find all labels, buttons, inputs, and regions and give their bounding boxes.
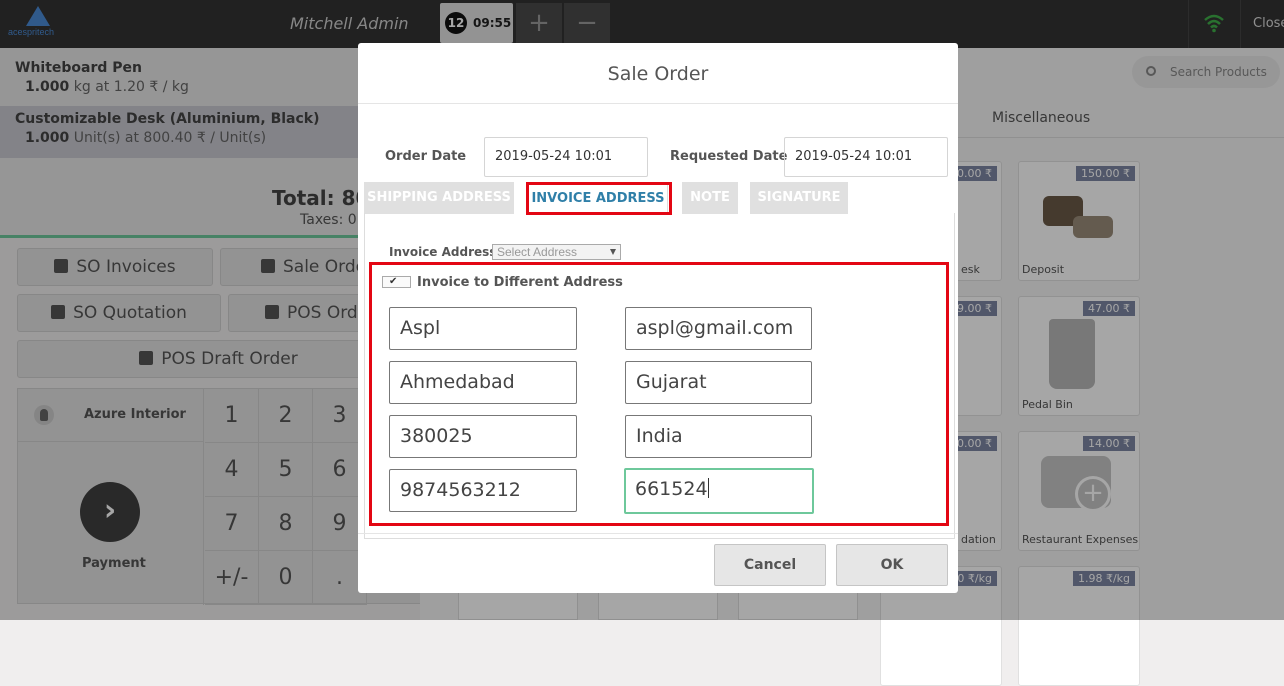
dialog-title: Sale Order xyxy=(358,43,958,104)
cancel-button[interactable]: Cancel xyxy=(714,544,826,586)
tab-signature[interactable]: SIGNATURE xyxy=(750,182,848,214)
tab-note[interactable]: NOTE xyxy=(682,182,738,214)
chevron-down-icon xyxy=(610,249,616,255)
tab-shipping-address[interactable]: SHIPPING ADDRESS xyxy=(364,182,514,214)
highlight-address-fields xyxy=(369,262,949,526)
order-date-label: Order Date xyxy=(385,149,467,164)
highlight-invoice-tab xyxy=(526,182,672,215)
ok-button[interactable]: OK xyxy=(836,544,948,586)
requested-date-field[interactable]: 2019-05-24 10:01 xyxy=(784,137,948,177)
dialog-footer: Cancel OK xyxy=(358,533,958,593)
requested-date-label: Requested Date xyxy=(670,149,788,164)
order-date-field[interactable]: 2019-05-24 10:01 xyxy=(484,137,648,177)
invoice-address-label: Invoice Address xyxy=(389,245,497,259)
invoice-address-select[interactable]: Select Address xyxy=(492,244,621,260)
sale-order-dialog: Sale Order Order Date 2019-05-24 10:01 R… xyxy=(358,43,958,593)
